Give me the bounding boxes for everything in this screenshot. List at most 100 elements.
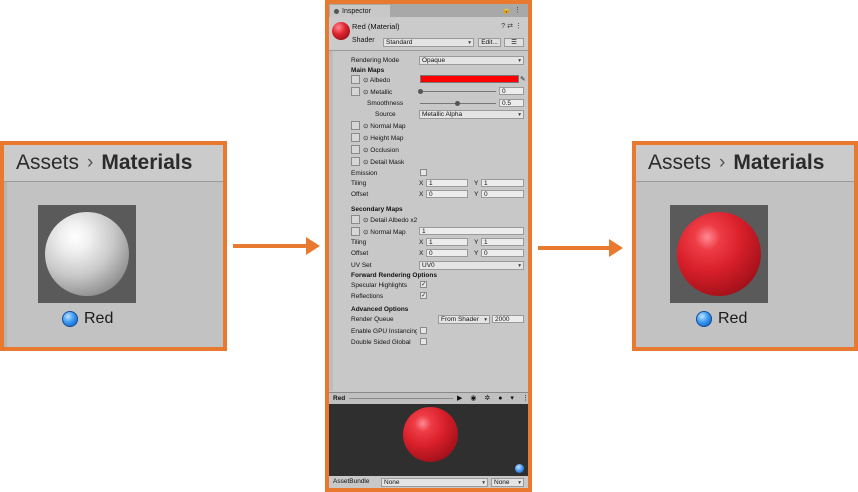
metallic-texture-slot[interactable] [351,87,360,96]
breadcrumb-materials[interactable]: Materials [733,151,824,175]
secondary-normal-scale-field[interactable]: 1 [419,227,524,235]
arrow-right-icon [233,237,320,255]
detail-albedo-slot[interactable] [351,215,360,224]
render-queue-field[interactable]: 2000 [492,315,524,323]
assetbundle-label: AssetBundle [333,478,370,485]
height-map-label: ⊙ Height Map [363,135,404,142]
tab-label: Inspector [342,7,371,15]
sec-tiling-y-field[interactable]: 1 [481,238,524,246]
forward-rendering-heading: Forward Rendering Options [351,272,437,279]
albedo-texture-slot[interactable] [351,75,360,84]
sec-offset-label: Offset [351,250,369,257]
height-map-slot[interactable] [351,133,360,142]
shader-menu-button[interactable]: ☰ [504,38,524,47]
offset-x-field[interactable]: 0 [426,190,468,198]
sec-tiling-y-label: Y [474,239,479,246]
sec-tiling-label: Tiling [351,239,367,246]
asset-name: Red [718,310,748,327]
detail-albedo-label: ⊙ Detail Albedo x2 [363,217,418,224]
tiling-label: Tiling [351,180,367,187]
asset-label[interactable]: Red [62,309,113,329]
inspector-tabbar: Inspector 🔒⋮ [329,4,528,17]
breadcrumb-separator-icon: › [719,152,726,173]
specular-highlights-checkbox[interactable]: ✓ [420,281,427,288]
material-preview-area[interactable] [329,404,528,476]
assetbundle-dropdown[interactable]: None ▾ [381,478,488,487]
asset-name: Red [84,310,114,327]
eyedropper-icon[interactable]: ✎ [520,75,525,83]
gpu-instancing-checkbox[interactable] [420,327,427,334]
smoothness-slider-knob[interactable] [455,101,460,106]
edit-shader-button[interactable]: Edit... [478,38,501,47]
sec-offset-x-label: X [419,250,424,257]
material-thumbnail[interactable] [670,205,768,303]
breadcrumb-separator-icon: › [87,152,94,173]
reflections-label: Reflections [351,293,384,300]
preview-mode-icon[interactable] [515,464,524,473]
double-sided-gi-label: Double Sided Global [351,339,411,346]
render-queue-dropdown[interactable]: From Shader ▾ [438,315,490,324]
offset-y-field[interactable]: 0 [481,190,524,198]
uv-set-dropdown[interactable]: UV0 ▾ [419,261,524,270]
white-sphere-preview [45,212,129,296]
rendering-mode-dropdown[interactable]: Opaque ▾ [419,56,524,65]
assetbundle-variant-dropdown[interactable]: None ▾ [491,478,524,487]
material-asset-icon [62,311,78,327]
panel-divider [4,182,7,347]
emission-label: Emission [351,170,378,177]
tiling-x-field[interactable]: 1 [426,179,468,187]
tiling-y-field[interactable]: 1 [481,179,524,187]
albedo-label: ⊙ Albedo [363,77,391,84]
tiling-y-label: Y [474,180,479,187]
breadcrumb-materials[interactable]: Materials [101,151,192,175]
preview-controls-icons[interactable]: ▶ ◉ ✲ ● ▾ ⋮ [457,394,528,402]
tab-inspector[interactable]: Inspector [330,5,390,17]
shader-dropdown[interactable]: Standard ▾ [383,38,474,47]
breadcrumb: Assets › Materials [4,145,223,182]
double-sided-gi-checkbox[interactable] [420,338,427,345]
occlusion-slot[interactable] [351,145,360,154]
breadcrumb-assets[interactable]: Assets [16,151,79,175]
normal-map-slot[interactable] [351,121,360,130]
smoothness-value-field[interactable]: 0.5 [499,99,524,107]
assetbundle-footer: AssetBundle None ▾ None ▾ [329,476,528,488]
secondary-normal-label: ⊙ Normal Map [363,229,406,236]
inspector-window: Inspector 🔒⋮ Red (Material) ?⇄⋮ Shader S… [325,0,532,492]
breadcrumb-assets[interactable]: Assets [648,151,711,175]
sec-offset-x-field[interactable]: 0 [426,249,468,257]
main-maps-heading: Main Maps [351,67,385,74]
gpu-instancing-label: Enable GPU Instancing [351,328,417,335]
material-asset-icon [696,311,712,327]
detail-mask-slot[interactable] [351,157,360,166]
sec-tiling-x-field[interactable]: 1 [426,238,468,246]
shader-label: Shader [352,37,375,44]
red-sphere-preview [403,407,458,462]
advanced-options-heading: Advanced Options [351,306,409,313]
uv-set-label: UV Set [351,262,372,269]
metallic-slider-track[interactable] [420,91,496,92]
preview-splitter[interactable] [349,398,453,399]
lock-and-menu-icons[interactable]: 🔒⋮ [502,6,524,14]
right-project-panel: Assets › Materials Red [632,141,858,351]
scrollbar[interactable] [329,51,333,391]
metallic-value-field[interactable]: 0 [499,87,524,95]
material-thumbnail[interactable] [38,205,136,303]
asset-label[interactable]: Red [696,309,747,329]
albedo-color-field[interactable] [420,75,519,83]
reflections-checkbox[interactable]: ✓ [420,292,427,299]
red-sphere-preview [677,212,761,296]
sec-offset-y-field[interactable]: 0 [481,249,524,257]
material-header: Red (Material) ?⇄⋮ Shader Standard ▾ Edit… [329,17,528,51]
metallic-slider-knob[interactable] [418,89,423,94]
preview-toolbar: Red ▶ ◉ ✲ ● ▾ ⋮ [329,392,528,404]
header-settings-icons[interactable]: ?⇄⋮ [501,22,524,30]
normal-map-label: ⊙ Normal Map [363,123,406,130]
secondary-normal-slot[interactable] [351,227,360,236]
specular-highlights-label: Specular Highlights [351,282,408,289]
offset-label: Offset [351,191,369,198]
arrow-right-icon [538,239,623,257]
source-dropdown[interactable]: Metallic Alpha ▾ [419,110,524,119]
rendering-mode-label: Rendering Mode [351,57,400,64]
emission-checkbox[interactable] [420,169,427,176]
source-label: Source [375,111,396,118]
